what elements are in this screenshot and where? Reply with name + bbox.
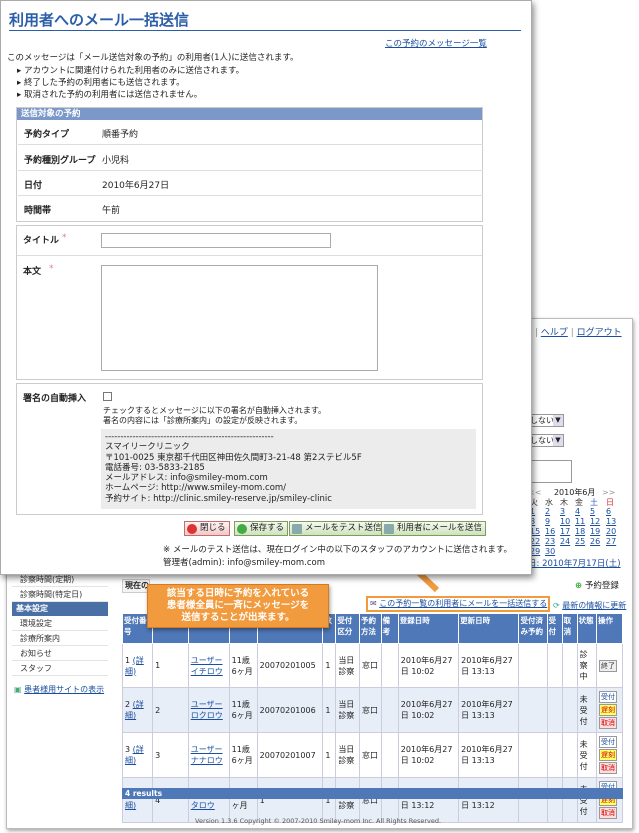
close-button[interactable]: 閉じる <box>184 521 230 536</box>
body-textarea[interactable] <box>101 265 378 371</box>
callout-line-3: 送信することが出来ます。 <box>181 612 295 623</box>
field-value: 小児科 <box>102 156 130 166</box>
notes-list: ▸ アカウントに関連付けられた利用者のみに送信されます。 ▸ 終了した予約の利用… <box>17 65 244 101</box>
note-item: ▸ 終了した予約の利用者にも送信されます。 <box>17 78 185 88</box>
required-mark: * <box>62 233 67 243</box>
field-label: 日付 <box>24 181 43 191</box>
required-mark: * <box>49 264 54 274</box>
send-to-users-button[interactable]: 利用者にメールを送信 <box>381 521 487 536</box>
save-button[interactable]: 保存する <box>234 521 289 536</box>
callout-box: 該当する日時に予約を入れている 患者様全員に一斉にメッセージを 送信することが出… <box>147 584 329 628</box>
signature-line: 予約サイト: http://clinic.smiley-reserve.jp/s… <box>105 493 332 504</box>
mail-icon <box>384 524 394 534</box>
bulk-mail-dialog: 利用者へのメール一括送信 この予約のメッセージ一覧 このメッセージは「メール送信… <box>0 0 532 575</box>
signature-help-line: チェックするとメッセージに以下の署名が自動挿入されます。 <box>103 406 327 415</box>
footnote-admin: 管理者(admin): info@smiley-mom.com <box>163 558 325 568</box>
signature-line: メールアドレス: info@smiley-mom.com <box>105 473 268 484</box>
note-item: ▸ 取消された予約の利用者には送信されません。 <box>17 90 203 100</box>
signature-line: 〒101-0025 東京都千代田区神田佐久間町3-21-48 第2ステビル5F <box>105 452 362 463</box>
field-row: 予約種別グループ 小児科 <box>18 145 483 171</box>
field-label: 予約種別グループ <box>24 156 96 166</box>
field-value: 午前 <box>102 206 121 216</box>
signature-help-line: 署名の内容には「診療所案内」の設定が反映されます。 <box>103 416 303 425</box>
test-send-button-label: メールをテスト送信 <box>305 523 382 533</box>
signature-line: 電話番号: 03-5833-2185 <box>105 462 205 473</box>
signature-preview: ----------------------------------------… <box>101 429 476 509</box>
signature-line: スマイリークリニック <box>105 442 190 453</box>
callout-line-2: 患者様全員に一斉にメッセージを <box>166 600 310 611</box>
field-row: 時間帯 午前 <box>18 196 483 221</box>
mail-icon <box>292 524 302 534</box>
close-icon <box>187 524 197 534</box>
field-label: 時間帯 <box>24 206 52 216</box>
title-divider <box>9 30 521 31</box>
intro-text: このメッセージは「メール送信対象の予約」の利用者(1人)に送信されます。 <box>7 53 299 63</box>
title-input[interactable] <box>101 233 331 248</box>
save-button-label: 保存する <box>250 523 285 533</box>
signature-help: チェックするとメッセージに以下の署名が自動挿入されます。 署名の内容には「診療所… <box>103 406 326 426</box>
section-header: 送信対象の予約 <box>17 108 482 120</box>
field-value: 2010年6月27日 <box>102 181 170 191</box>
signature-line: ホームページ: http://www.smiley-mom.com/ <box>105 483 287 494</box>
message-history-link[interactable]: この予約のメッセージ一覧 <box>385 37 487 49</box>
title-label: タイトル <box>23 236 60 246</box>
field-value: 順番予約 <box>102 130 139 140</box>
body-label: 本文 <box>23 267 42 277</box>
signature-label: 署名の自動挿入 <box>23 394 87 404</box>
signature-checkbox[interactable] <box>103 392 112 401</box>
field-row: 日付 2010年6月27日 <box>18 171 483 196</box>
footnote-test-send: ※ メールのテスト送信は、現在ログイン中の以下のスタッフのアカウントに送信されま… <box>163 545 512 555</box>
check-icon <box>237 524 247 534</box>
note-item: ▸ アカウントに関連付けられた利用者のみに送信されます。 <box>17 66 245 76</box>
field-label: 予約タイプ <box>24 130 70 140</box>
signature-line: ----------------------------------------… <box>105 432 274 442</box>
send-to-users-button-label: 利用者にメールを送信 <box>397 523 483 533</box>
test-send-button[interactable]: メールをテスト送信 <box>289 521 386 536</box>
callout-line-1: 該当する日時に予約を入れている <box>166 588 310 599</box>
close-button-label: 閉じる <box>200 523 226 533</box>
dialog-title: 利用者へのメール一括送信 <box>9 11 190 29</box>
field-row: 予約タイプ 順番予約 <box>18 120 483 145</box>
